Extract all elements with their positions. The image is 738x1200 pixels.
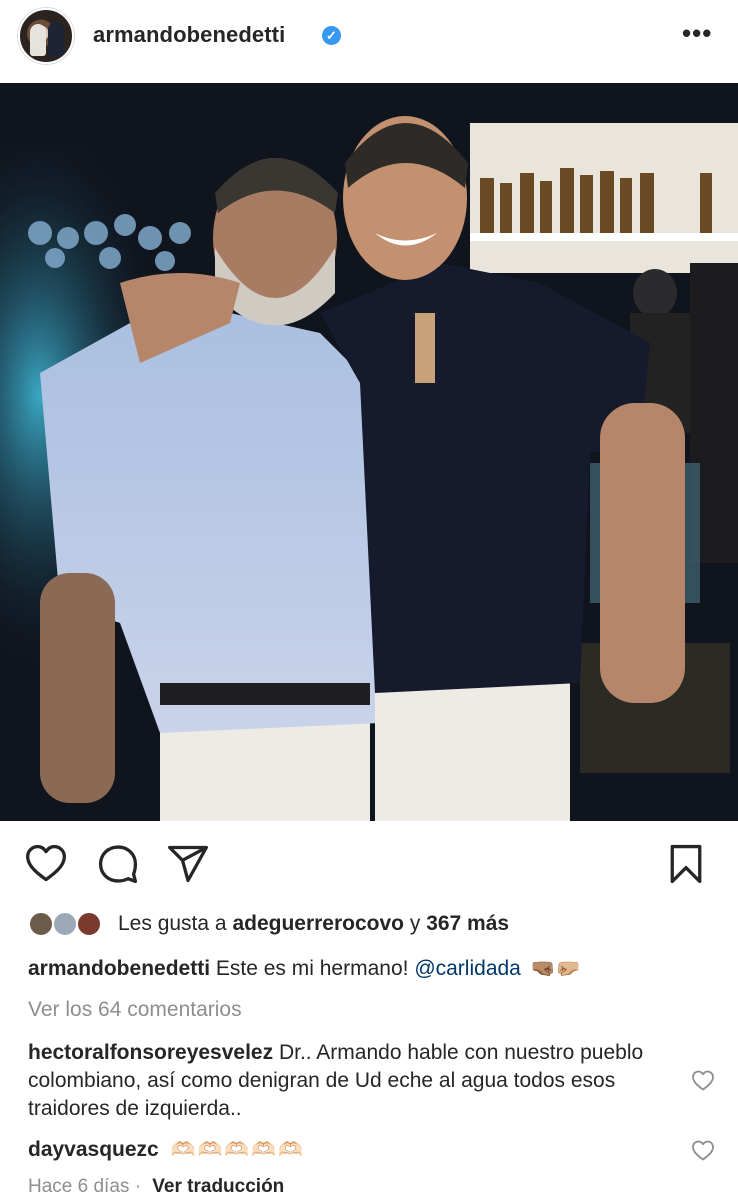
share-button[interactable]: [166, 842, 210, 886]
verified-badge-icon: ✓: [322, 26, 341, 45]
liker-avatars: [28, 909, 108, 939]
view-comments-link[interactable]: Ver los 64 comentarios: [28, 998, 242, 1022]
liker-avatar: [52, 911, 78, 937]
caption-text: Este es mi hermano!: [215, 957, 409, 980]
translate-link[interactable]: Ver traducción: [152, 1176, 284, 1197]
comment-author-link[interactable]: hectoralfonsoreyesvelez: [28, 1041, 273, 1064]
heart-icon: [692, 1070, 714, 1091]
comment-item: hectoralfonsoreyesvelez Dr.. Armando hab…: [28, 1039, 668, 1123]
avatar-figure-2: [48, 22, 64, 56]
comment-like-button[interactable]: [691, 1069, 715, 1093]
likes-connector: y: [409, 912, 421, 935]
comment-button[interactable]: [96, 842, 140, 886]
likes-text: Les gusta a adeguerrerocovo y 367 más: [118, 912, 509, 936]
liker-avatar: [76, 911, 102, 937]
likes-count-link[interactable]: 367 más: [426, 912, 509, 935]
likes-user-link[interactable]: adeguerrerocovo: [232, 912, 404, 935]
comment-author-link[interactable]: dayvasquezc: [28, 1138, 159, 1161]
comment-text: 🫶🏻🫶🏻🫶🏻🫶🏻🫶🏻: [170, 1139, 306, 1161]
like-button[interactable]: [24, 842, 68, 886]
more-options-icon[interactable]: •••: [682, 20, 712, 46]
caption-emoji: 🤜🏽🤛🏼: [530, 958, 581, 980]
username-link[interactable]: armandobenedetti: [93, 22, 285, 48]
post-header: armandobenedetti ✓ •••: [0, 0, 738, 82]
profile-avatar[interactable]: [18, 8, 74, 64]
likes-prefix: Les gusta a: [118, 912, 227, 935]
liker-avatar: [28, 911, 54, 937]
photo-illustration: [0, 83, 738, 821]
send-icon: [168, 845, 208, 883]
heart-icon: [26, 844, 66, 882]
post-caption: armandobenedetti Este es mi hermano! @ca…: [28, 956, 581, 981]
bookmark-icon: [670, 844, 702, 884]
caption-author-link[interactable]: armandobenedetti: [28, 957, 210, 980]
post-photo[interactable]: [0, 83, 738, 821]
comment-icon: [98, 845, 138, 884]
footer-separator: ·: [134, 1176, 142, 1197]
heart-icon: [692, 1140, 714, 1161]
avatar-figure-1: [30, 24, 46, 56]
post-time: Hace 6 días: [28, 1176, 130, 1197]
caption-mention-link[interactable]: @carlidada: [414, 957, 521, 980]
comment-like-button[interactable]: [691, 1139, 715, 1163]
likes-row[interactable]: Les gusta a adeguerrerocovo y 367 más: [28, 906, 728, 942]
post-footer: Hace 6 días · Ver traducción: [28, 1176, 284, 1198]
comment-item: dayvasquezc 🫶🏻🫶🏻🫶🏻🫶🏻🫶🏻: [28, 1137, 305, 1162]
save-button[interactable]: [664, 842, 708, 886]
action-bar: [0, 832, 738, 896]
